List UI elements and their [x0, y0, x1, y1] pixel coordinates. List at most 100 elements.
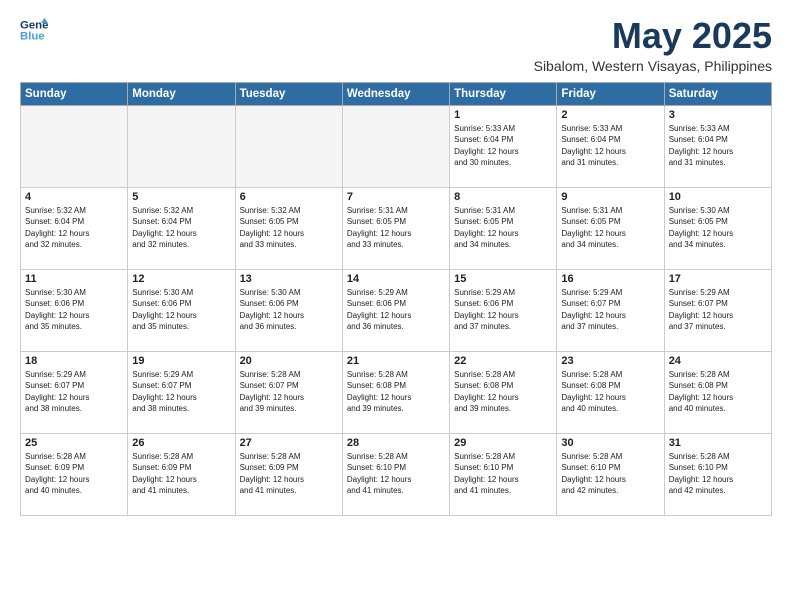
day-number: 1: [454, 109, 552, 121]
cell-info: Sunrise: 5:28 AM Sunset: 6:10 PM Dayligh…: [454, 451, 552, 497]
calendar-cell: 17Sunrise: 5:29 AM Sunset: 6:07 PM Dayli…: [664, 269, 771, 351]
calendar-cell: 22 Sunrise: 5:28 AM Sunset: 6:08 PM Dayli…: [450, 351, 557, 433]
calendar-cell: 25 Sunrise: 5:28 AM Sunset: 6:09 PM Dayli…: [21, 433, 128, 515]
cell-info: Sunrise: 5:28 AM Sunset: 6:10 PM Dayligh…: [669, 451, 767, 497]
weekday-tuesday: Tuesday: [235, 82, 342, 105]
cell-info: Sunrise: 5:32 AM Sunset: 6:05 PM Dayligh…: [240, 205, 338, 251]
day-number: 3: [669, 109, 767, 121]
day-number: 22: [454, 355, 552, 367]
location: Sibalom, Western Visayas, Philippines: [534, 58, 772, 74]
weekday-header-row: SundayMondayTuesdayWednesdayThursdayFrid…: [21, 82, 772, 105]
calendar-cell: 13 Sunrise: 5:30 AM Sunset: 6:06 PM Dayli…: [235, 269, 342, 351]
calendar-cell: [128, 105, 235, 187]
day-number: 13: [240, 273, 338, 285]
header: General Blue May 2025 Sibalom, Western V…: [20, 16, 772, 74]
calendar-cell: 27Sunrise: 5:28 AM Sunset: 6:09 PM Dayli…: [235, 433, 342, 515]
logo: General Blue: [20, 16, 48, 44]
weekday-wednesday: Wednesday: [342, 82, 449, 105]
cell-info: Sunrise: 5:31 AM Sunset: 6:05 PM Dayligh…: [561, 205, 659, 251]
calendar-cell: 11 Sunrise: 5:30 AM Sunset: 6:06 PM Dayli…: [21, 269, 128, 351]
calendar-row-2: 4 Sunrise: 5:32 AM Sunset: 6:04 PM Daylig…: [21, 187, 772, 269]
day-number: 28: [347, 437, 445, 449]
cell-info: Sunrise: 5:33 AM Sunset: 6:04 PM Dayligh…: [454, 123, 552, 169]
calendar-cell: 21 Sunrise: 5:28 AM Sunset: 6:08 PM Dayli…: [342, 351, 449, 433]
logo-icon: General Blue: [20, 16, 48, 44]
day-number: 24: [669, 355, 767, 367]
day-number: 5: [132, 191, 230, 203]
day-number: 30: [561, 437, 659, 449]
day-number: 19: [132, 355, 230, 367]
cell-info: Sunrise: 5:28 AM Sunset: 6:09 PM Dayligh…: [132, 451, 230, 497]
calendar-cell: [235, 105, 342, 187]
day-number: 2: [561, 109, 659, 121]
cell-info: Sunrise: 5:28 AM Sunset: 6:08 PM Dayligh…: [669, 369, 767, 415]
cell-info: Sunrise: 5:29 AM Sunset: 6:06 PM Dayligh…: [347, 287, 445, 333]
calendar-cell: 6 Sunrise: 5:32 AM Sunset: 6:05 PM Daylig…: [235, 187, 342, 269]
calendar-row-3: 11 Sunrise: 5:30 AM Sunset: 6:06 PM Dayli…: [21, 269, 772, 351]
cell-info: Sunrise: 5:28 AM Sunset: 6:10 PM Dayligh…: [347, 451, 445, 497]
day-number: 26: [132, 437, 230, 449]
day-number: 23: [561, 355, 659, 367]
cell-info: Sunrise: 5:28 AM Sunset: 6:07 PM Dayligh…: [240, 369, 338, 415]
day-number: 12: [132, 273, 230, 285]
calendar-row-1: 1 Sunrise: 5:33 AM Sunset: 6:04 PM Daylig…: [21, 105, 772, 187]
calendar-cell: 28 Sunrise: 5:28 AM Sunset: 6:10 PM Dayli…: [342, 433, 449, 515]
calendar-cell: 18Sunrise: 5:29 AM Sunset: 6:07 PM Dayli…: [21, 351, 128, 433]
calendar-cell: 8Sunrise: 5:31 AM Sunset: 6:05 PM Daylig…: [450, 187, 557, 269]
calendar-cell: 1 Sunrise: 5:33 AM Sunset: 6:04 PM Daylig…: [450, 105, 557, 187]
cell-info: Sunrise: 5:28 AM Sunset: 6:09 PM Dayligh…: [240, 451, 338, 497]
calendar-row-4: 18 Sunrise: 5:29 AM Sunset: 6:07 PM Dayli…: [21, 351, 772, 433]
cell-info: Sunrise: 5:28 AM Sunset: 6:09 PM Dayligh…: [25, 451, 123, 497]
calendar-cell: 26 Sunrise: 5:28 AM Sunset: 6:09 PM Dayli…: [128, 433, 235, 515]
cell-info: Sunrise: 5:30 AM Sunset: 6:06 PM Dayligh…: [25, 287, 123, 333]
day-number: 10: [669, 191, 767, 203]
day-number: 25: [25, 437, 123, 449]
day-number: 16: [561, 273, 659, 285]
day-number: 6: [240, 191, 338, 203]
calendar-cell: [21, 105, 128, 187]
cell-info: Sunrise: 5:30 AM Sunset: 6:05 PM Dayligh…: [669, 205, 767, 251]
calendar-cell: 9 Sunrise: 5:31 AM Sunset: 6:05 PM Daylig…: [557, 187, 664, 269]
cell-info: Sunrise: 5:33 AM Sunset: 6:04 PM Dayligh…: [561, 123, 659, 169]
day-number: 31: [669, 437, 767, 449]
svg-text:Blue: Blue: [20, 31, 45, 43]
calendar-cell: [342, 105, 449, 187]
day-number: 4: [25, 191, 123, 203]
cell-info: Sunrise: 5:28 AM Sunset: 6:10 PM Dayligh…: [561, 451, 659, 497]
day-number: 8: [454, 191, 552, 203]
cell-info: Sunrise: 5:32 AM Sunset: 6:04 PM Dayligh…: [132, 205, 230, 251]
calendar-cell: 7Sunrise: 5:31 AM Sunset: 6:05 PM Daylig…: [342, 187, 449, 269]
calendar-cell: 10 Sunrise: 5:30 AM Sunset: 6:05 PM Dayli…: [664, 187, 771, 269]
calendar-cell: 5 Sunrise: 5:32 AM Sunset: 6:04 PM Daylig…: [128, 187, 235, 269]
month-title: May 2025: [534, 16, 772, 56]
cell-info: Sunrise: 5:30 AM Sunset: 6:06 PM Dayligh…: [132, 287, 230, 333]
calendar-cell: 3 Sunrise: 5:33 AM Sunset: 6:04 PM Daylig…: [664, 105, 771, 187]
calendar-cell: 12 Sunrise: 5:30 AM Sunset: 6:06 PM Dayli…: [128, 269, 235, 351]
calendar-cell: 14Sunrise: 5:29 AM Sunset: 6:06 PM Dayli…: [342, 269, 449, 351]
day-number: 18: [25, 355, 123, 367]
day-number: 20: [240, 355, 338, 367]
day-number: 21: [347, 355, 445, 367]
cell-info: Sunrise: 5:29 AM Sunset: 6:07 PM Dayligh…: [561, 287, 659, 333]
cell-info: Sunrise: 5:28 AM Sunset: 6:08 PM Dayligh…: [347, 369, 445, 415]
cell-info: Sunrise: 5:33 AM Sunset: 6:04 PM Dayligh…: [669, 123, 767, 169]
calendar-cell: 31 Sunrise: 5:28 AM Sunset: 6:10 PM Dayli…: [664, 433, 771, 515]
weekday-monday: Monday: [128, 82, 235, 105]
calendar-cell: 4 Sunrise: 5:32 AM Sunset: 6:04 PM Daylig…: [21, 187, 128, 269]
calendar-table: SundayMondayTuesdayWednesdayThursdayFrid…: [20, 82, 772, 516]
cell-info: Sunrise: 5:29 AM Sunset: 6:07 PM Dayligh…: [669, 287, 767, 333]
cell-info: Sunrise: 5:30 AM Sunset: 6:06 PM Dayligh…: [240, 287, 338, 333]
cell-info: Sunrise: 5:28 AM Sunset: 6:08 PM Dayligh…: [454, 369, 552, 415]
calendar-cell: 24 Sunrise: 5:28 AM Sunset: 6:08 PM Dayli…: [664, 351, 771, 433]
calendar-page: General Blue May 2025 Sibalom, Western V…: [0, 0, 792, 612]
cell-info: Sunrise: 5:29 AM Sunset: 6:07 PM Dayligh…: [132, 369, 230, 415]
cell-info: Sunrise: 5:32 AM Sunset: 6:04 PM Dayligh…: [25, 205, 123, 251]
day-number: 9: [561, 191, 659, 203]
calendar-cell: 30 Sunrise: 5:28 AM Sunset: 6:10 PM Dayli…: [557, 433, 664, 515]
day-number: 7: [347, 191, 445, 203]
calendar-row-5: 25 Sunrise: 5:28 AM Sunset: 6:09 PM Dayli…: [21, 433, 772, 515]
weekday-sunday: Sunday: [21, 82, 128, 105]
calendar-cell: 16 Sunrise: 5:29 AM Sunset: 6:07 PM Dayli…: [557, 269, 664, 351]
calendar-cell: 23Sunrise: 5:28 AM Sunset: 6:08 PM Dayli…: [557, 351, 664, 433]
day-number: 11: [25, 273, 123, 285]
